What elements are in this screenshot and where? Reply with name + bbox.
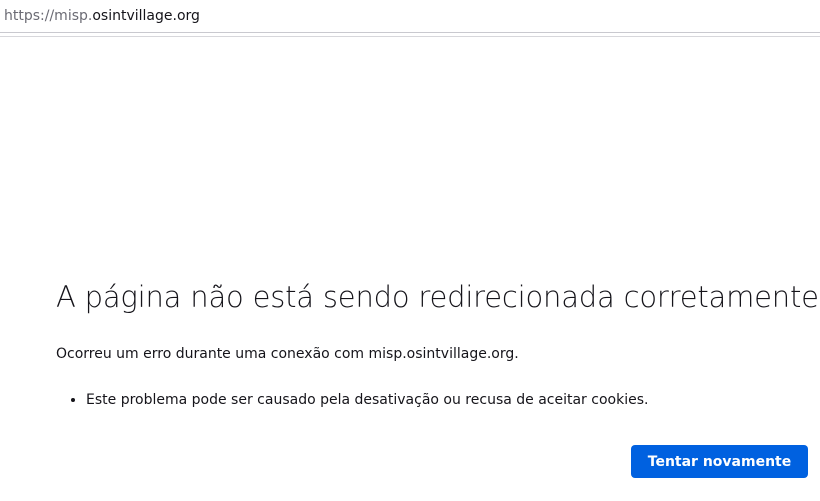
- url-text[interactable]: https://misp.osintvillage.org: [4, 4, 200, 28]
- retry-button[interactable]: Tentar novamente: [631, 445, 808, 478]
- hint-item: Este problema pode ser causado pela desa…: [86, 390, 648, 410]
- error-content: A página não está sendo redirecionada co…: [56, 276, 819, 408]
- url-domain: osintvillage.org: [92, 8, 200, 24]
- url-scheme: https://misp.: [4, 8, 93, 24]
- error-description: Ocorreu um erro durante uma conexão com …: [56, 346, 519, 362]
- toolbar-divider: [0, 36, 820, 37]
- url-bar[interactable]: https://misp.osintvillage.org: [0, 0, 820, 33]
- error-hints-list: Este problema pode ser causado pela desa…: [56, 390, 648, 410]
- error-title: A página não está sendo redirecionada co…: [56, 280, 819, 314]
